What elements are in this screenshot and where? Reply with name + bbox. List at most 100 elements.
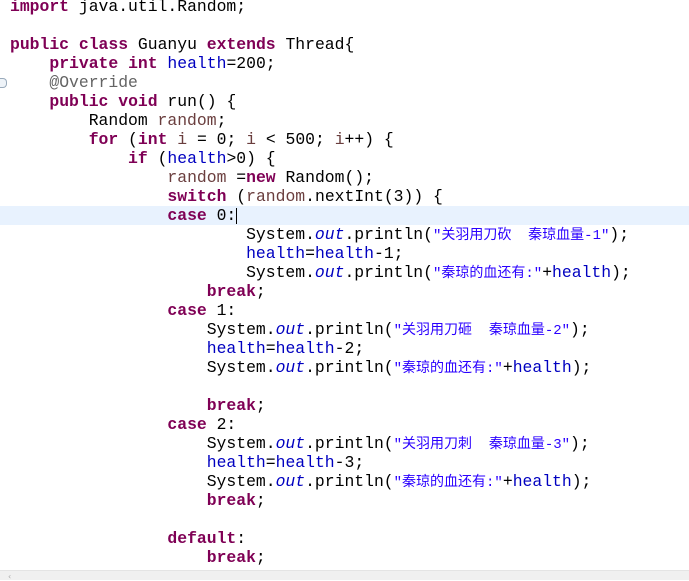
code-line[interactable]: break;: [0, 491, 689, 510]
code-text: );: [570, 320, 590, 339]
code-line[interactable]: break;: [0, 282, 689, 301]
string-literal: "关羽用刀砍 秦琼血量-1": [432, 228, 610, 244]
field-name: health: [552, 263, 612, 282]
code-text: );: [609, 225, 630, 244]
static-field: out: [314, 263, 345, 282]
keyword: case: [167, 206, 207, 225]
static-field: out: [314, 225, 345, 244]
code-line[interactable]: default:: [0, 529, 689, 548]
code-line[interactable]: System.out.println("秦琼的血还有:"+health);: [0, 358, 689, 377]
code-text: System.: [10, 225, 315, 244]
code-text: (: [118, 130, 138, 149]
code-line[interactable]: public class Guanyu extends Thread{: [0, 35, 689, 54]
code-line[interactable]: case 2:: [0, 415, 689, 434]
static-field: out: [275, 472, 306, 491]
keyword: case: [167, 301, 207, 320]
code-line[interactable]: switch (random.nextInt(3)) {: [0, 187, 689, 206]
code-line[interactable]: [0, 510, 689, 529]
code-text: ;: [216, 111, 227, 130]
keyword: extends: [206, 35, 276, 54]
code-text: =: [265, 339, 276, 358]
code-line[interactable]: random =new Random();: [0, 168, 689, 187]
annotation: @Override: [49, 73, 138, 92]
string-literal: "秦琼的血还有:": [432, 266, 543, 282]
code-text: -1;: [373, 244, 404, 263]
field-name: health: [512, 358, 572, 377]
string-literal: "关羽用刀砸 秦琼血量-2": [393, 323, 571, 339]
code-line[interactable]: System.out.println("关羽用刀砸 秦琼血量-2");: [0, 320, 689, 339]
keyword: break: [206, 548, 256, 567]
keyword: if: [128, 149, 148, 168]
keyword: public: [10, 35, 70, 54]
code-text: );: [571, 358, 592, 377]
code-line[interactable]: [0, 16, 689, 35]
field-name: health: [206, 453, 266, 472]
chevron-left-icon[interactable]: ‹: [8, 572, 11, 581]
keyword: default: [167, 529, 237, 548]
code-line[interactable]: break;: [0, 396, 689, 415]
code-line[interactable]: [0, 377, 689, 396]
code-text: .nextInt(3)) {: [305, 187, 443, 206]
keyword: break: [206, 491, 256, 510]
code-line[interactable]: System.out.println("关羽用刀刺 秦琼血量-3");: [0, 434, 689, 453]
code-text: .println(: [344, 263, 433, 282]
keyword: break: [206, 282, 256, 301]
code-line[interactable]: case 1:: [0, 301, 689, 320]
code-line[interactable]: if (health>0) {: [0, 149, 689, 168]
code-text: Guanyu: [128, 35, 207, 54]
local-variable: i: [177, 130, 188, 149]
keyword: public: [49, 92, 109, 111]
keyword: case: [167, 415, 207, 434]
code-line[interactable]: Random random;: [0, 111, 689, 130]
code-text: :: [236, 529, 247, 548]
code-text: System.: [10, 434, 276, 453]
code-line[interactable]: health=health-1;: [0, 244, 689, 263]
code-editor[interactable]: import java.util.Random; public class Gua…: [0, 0, 689, 570]
field-name: health: [246, 244, 306, 263]
field-name: health: [167, 149, 227, 168]
keyword: new: [246, 168, 276, 187]
code-line[interactable]: case 0:: [0, 206, 689, 225]
local-variable: random: [167, 168, 227, 187]
code-line[interactable]: health=health-2;: [0, 339, 689, 358]
code-text: ;: [255, 396, 266, 415]
code-text: =: [226, 168, 247, 187]
code-line[interactable]: public void run() {: [0, 92, 689, 111]
keyword: private: [49, 54, 119, 73]
keyword: switch: [167, 187, 227, 206]
keyword: int: [137, 130, 168, 149]
code-text: Random();: [275, 168, 374, 187]
code-line[interactable]: System.out.println("秦琼的血还有:"+health);: [0, 472, 689, 491]
fold-marker-icon[interactable]: [0, 78, 7, 88]
static-field: out: [275, 434, 306, 453]
code-line[interactable]: System.out.println("秦琼的血还有:"+health);: [0, 263, 689, 282]
code-line[interactable]: for (int i = 0; i < 500; i++) {: [0, 130, 689, 149]
code-line[interactable]: break;: [0, 548, 689, 567]
code-line[interactable]: import java.util.Random;: [0, 0, 689, 16]
code-line[interactable]: System.out.println("关羽用刀砍 秦琼血量-1");: [0, 225, 689, 244]
code-line[interactable]: health=health-3;: [0, 453, 689, 472]
local-variable: i: [334, 130, 345, 149]
code-line[interactable]: @Override: [0, 73, 689, 92]
code-text: >0) {: [226, 149, 276, 168]
code-text: 1:: [206, 301, 237, 320]
code-text: +: [502, 472, 513, 491]
code-line[interactable]: private int health=200;: [0, 54, 689, 73]
